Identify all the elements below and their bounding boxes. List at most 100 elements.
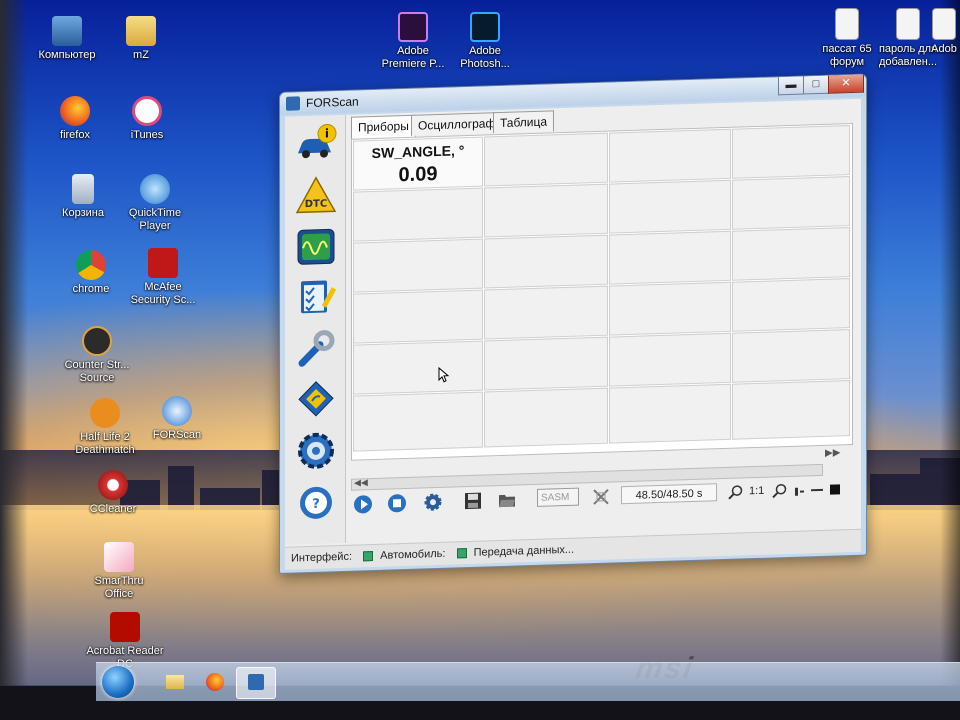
svg-text:?: ? (312, 497, 320, 512)
gauge-cell[interactable] (353, 187, 483, 242)
scroll-left-button[interactable]: ◀◀ (354, 477, 368, 488)
gauge-cell[interactable] (484, 387, 608, 448)
taskbar-explorer[interactable] (156, 667, 194, 697)
disconnect-button[interactable] (589, 485, 613, 510)
tab-table[interactable]: Таблица (493, 110, 555, 134)
zoom-ratio[interactable]: 1:1 (749, 485, 764, 497)
maximize-button[interactable]: □ (803, 75, 829, 95)
gauge-cell[interactable] (609, 128, 731, 183)
desktop-icon-chrome[interactable]: chrome (52, 250, 130, 296)
firefox-icon (60, 96, 90, 126)
desktop-icon-passat-forum[interactable]: пассат 65 форум (812, 8, 882, 69)
desktop-icon-photoshop[interactable]: Adobe Photosh... (446, 12, 524, 71)
gauge-cell[interactable] (609, 281, 731, 336)
sidebar-item-vehicle-info[interactable]: i (293, 119, 339, 166)
gauge-cell[interactable] (353, 289, 483, 344)
sidebar-item-modules[interactable] (293, 375, 339, 422)
gauge-cell[interactable] (484, 285, 608, 340)
desktop-icon-label: Корзина (62, 207, 104, 219)
gauge-cell[interactable] (732, 278, 850, 332)
interface-label: Интерфейс: (291, 550, 352, 565)
gauge-cell[interactable] (609, 383, 731, 444)
desktop-icon-computer[interactable]: Компьютер (28, 16, 106, 62)
chrome-icon (76, 250, 106, 280)
desktop-icon-adobe[interactable]: Adob (928, 8, 960, 56)
gauge-cell[interactable] (484, 183, 608, 238)
tab-gauges[interactable]: Приборы (351, 114, 416, 139)
sidebar-item-settings[interactable] (293, 427, 339, 474)
play-button[interactable] (351, 492, 375, 517)
vehicle-status-indicator (456, 548, 467, 559)
module-select[interactable]: SASM (537, 487, 579, 507)
gauge-cell[interactable] (732, 176, 850, 230)
gauge-cell[interactable] (732, 329, 850, 383)
close-button[interactable]: ✕ (828, 74, 864, 94)
gauge-cell[interactable] (609, 230, 731, 285)
taskbar-forscan[interactable] (236, 667, 276, 699)
desktop-icon-recycle-bin[interactable]: Корзина (44, 174, 122, 220)
dtc-warning-icon: DTC (295, 176, 337, 214)
checklist-icon (301, 280, 336, 314)
save-button[interactable] (461, 489, 485, 514)
desktop-icon-quicktime[interactable]: QuickTime Player (116, 174, 194, 233)
gauge-cell[interactable] (732, 227, 850, 281)
sidebar-item-tests[interactable] (293, 273, 339, 320)
desktop-icon-smarthru[interactable]: SmarThru Office (80, 542, 158, 601)
desktop-icon-premiere[interactable]: Adobe Premiere P... (374, 12, 452, 71)
desktop-icon-label: chrome (72, 283, 110, 295)
sidebar-item-dtc[interactable]: DTC (293, 171, 339, 218)
mcafee-icon (148, 248, 178, 278)
premiere-icon (398, 12, 428, 42)
desktop-icon-label: Adobe Premiere P... (381, 45, 445, 70)
gauge-cell[interactable] (484, 234, 608, 289)
options-button[interactable] (421, 490, 445, 515)
desktop-icon-label: SmarThru Office (94, 575, 144, 600)
firefox-icon (206, 673, 224, 691)
tab-oscilloscope[interactable]: Осциллограф (411, 111, 503, 136)
desktop-icon-mz[interactable]: mZ (102, 16, 180, 62)
open-button[interactable] (495, 487, 519, 512)
scroll-right-button[interactable]: ▶▶ (825, 447, 840, 458)
gauge-name: SW_ANGLE, ° (371, 142, 465, 162)
forscan-icon (162, 396, 192, 426)
gauge-cell[interactable] (353, 391, 483, 452)
desktop-icon-itunes[interactable]: iTunes (108, 96, 186, 142)
desktop-icon-label: mZ (133, 49, 149, 61)
gauge-cell[interactable] (484, 132, 608, 187)
taskbar-firefox[interactable] (196, 667, 234, 697)
gauge-cell[interactable] (732, 380, 850, 440)
sidebar-item-oscilloscope[interactable] (293, 223, 339, 270)
desktop-icon-ccleaner[interactable]: CCleaner (74, 470, 152, 516)
gauge-cell[interactable] (609, 179, 731, 234)
gauge-cell[interactable]: SW_ANGLE, ° 0.09 (353, 136, 483, 191)
zoom-icon (728, 485, 743, 500)
zoom-out-button[interactable] (723, 480, 747, 505)
gauge-cell[interactable] (353, 340, 483, 395)
stop-button[interactable] (385, 491, 409, 516)
zoom-icon (772, 483, 787, 499)
sidebar-item-service[interactable] (293, 325, 339, 372)
minimize-button[interactable]: ▬ (778, 76, 804, 96)
color-button[interactable] (823, 477, 847, 502)
desktop-icon-label: QuickTime Player (128, 207, 182, 232)
document-icon (896, 8, 920, 40)
gauge-cell[interactable] (484, 336, 608, 391)
disconnect-icon (593, 488, 609, 505)
gauge-cell[interactable] (609, 332, 731, 387)
desktop-icon-firefox[interactable]: firefox (36, 96, 114, 142)
chip-icon (298, 381, 334, 417)
desktop-icon-forscan[interactable]: FORScan (138, 396, 216, 442)
desktop-icon-label: iTunes (130, 129, 164, 141)
sidebar-item-help[interactable]: ? (293, 479, 339, 526)
start-button[interactable] (102, 666, 134, 698)
gauge-cell[interactable] (353, 238, 483, 293)
desktop-icon-mcafee[interactable]: McAfee Security Sc... (124, 248, 202, 307)
desktop-icon-half-life[interactable]: Half Life 2 Deathmatch (66, 398, 144, 457)
folder-open-icon (499, 494, 515, 508)
forscan-window: FORScan ▬ □ ✕ i DTC ? Приборы Осциллогра… (279, 73, 867, 574)
screen-bezel-left (0, 0, 28, 720)
document-icon (932, 8, 956, 40)
gauge-cell[interactable] (732, 125, 850, 179)
desktop-icon-counter-strike[interactable]: Counter Str... Source (58, 326, 136, 385)
ccleaner-icon (98, 470, 128, 500)
